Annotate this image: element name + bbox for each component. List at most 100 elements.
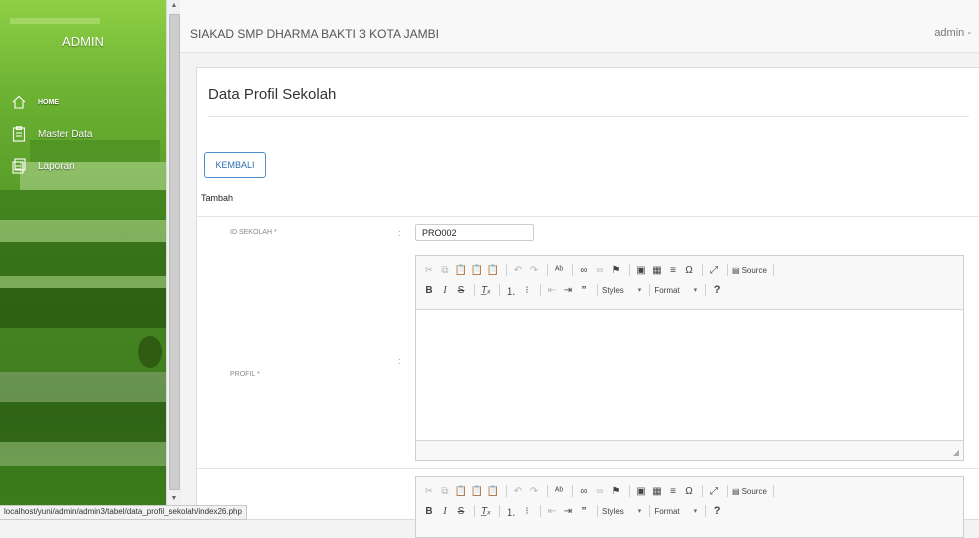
paste-word-icon[interactable]: 📋	[486, 263, 500, 277]
content-panel: Data Profil Sekolah KEMBALI Tambah ID SE…	[196, 67, 979, 538]
divider	[197, 468, 979, 469]
copy-icon[interactable]: ⧉	[438, 484, 452, 498]
resize-handle-icon[interactable]: ◢	[953, 448, 959, 457]
toolbar-separator	[705, 505, 707, 517]
paste-text-icon[interactable]: 📋	[470, 263, 484, 277]
unlink-icon[interactable]: ∞	[593, 263, 607, 277]
paste-text-icon[interactable]: 📋	[470, 484, 484, 498]
sidebar-item-home[interactable]: HOME	[0, 86, 166, 118]
anchor-flag-icon[interactable]: ⚑	[609, 484, 623, 498]
help-icon[interactable]: ?	[710, 504, 724, 518]
toolbar-separator	[547, 485, 548, 497]
remove-format-icon[interactable]: T̲ₓ	[479, 504, 493, 518]
link-icon[interactable]: ∞	[577, 263, 591, 277]
strikethrough-icon[interactable]: S	[454, 283, 468, 297]
spellcheck-icon[interactable]: ᴬᵇ	[552, 484, 566, 498]
source-button[interactable]: ▤ Source	[732, 484, 767, 498]
paste-icon[interactable]: 📋	[454, 263, 468, 277]
scrollbar-thumb[interactable]	[169, 14, 180, 490]
image-icon[interactable]: ▣	[634, 484, 648, 498]
styles-dropdown[interactable]: Styles ▾	[602, 286, 641, 295]
toolbar-separator	[474, 284, 475, 296]
italic-icon[interactable]: I	[438, 283, 452, 297]
toolbar-separator	[540, 284, 541, 296]
top-navbar: SIAKAD SMP DHARMA BAKTI 3 KOTA JAMBI adm…	[180, 0, 979, 53]
italic-icon[interactable]: I	[438, 504, 452, 518]
source-button[interactable]: ▤ Source	[732, 263, 767, 277]
cut-icon[interactable]: ✂	[422, 263, 436, 277]
special-char-icon[interactable]: Ω	[682, 484, 696, 498]
sidebar-item-master-data[interactable]: Master Data	[0, 118, 166, 150]
bulleted-list-icon[interactable]: ⁝	[520, 504, 534, 518]
sidebar-item-label: HOME	[38, 98, 59, 106]
vertical-scrollbar[interactable]: ▲ ▼	[166, 0, 181, 505]
paste-icon[interactable]: 📋	[454, 484, 468, 498]
link-icon[interactable]: ∞	[577, 484, 591, 498]
horizontal-line-icon[interactable]: ≡	[666, 263, 680, 277]
bold-icon[interactable]: B	[422, 283, 436, 297]
chevron-down-icon: ▾	[693, 287, 698, 294]
user-menu-dropdown[interactable]: admin -	[934, 27, 971, 39]
maximize-icon[interactable]: ⤢	[707, 484, 721, 498]
source-icon: ▤	[732, 486, 740, 496]
toolbar-separator	[572, 485, 573, 497]
divider	[208, 116, 969, 117]
horizontal-line-icon[interactable]: ≡	[666, 484, 680, 498]
redo-icon[interactable]: ↷	[527, 263, 541, 277]
format-dropdown[interactable]: Format ▾	[654, 286, 697, 295]
editor-content-area[interactable]	[416, 309, 963, 441]
undo-icon[interactable]: ↶	[511, 263, 525, 277]
toolbar-separator	[506, 485, 507, 497]
bulleted-list-icon[interactable]: ⁝	[520, 283, 534, 297]
styles-label: Styles	[602, 285, 624, 295]
undo-icon[interactable]: ↶	[511, 484, 525, 498]
anchor-flag-icon[interactable]: ⚑	[609, 263, 623, 277]
redo-icon[interactable]: ↷	[527, 484, 541, 498]
sidebar-item-laporan[interactable]: Laporan	[0, 150, 166, 182]
maximize-icon[interactable]: ⤢	[707, 263, 721, 277]
blockquote-icon[interactable]: ”	[577, 504, 591, 518]
numbered-list-icon[interactable]: ⒈	[504, 504, 518, 519]
help-icon[interactable]: ?	[710, 283, 724, 297]
chevron-down-icon: ▾	[637, 508, 642, 515]
spellcheck-icon[interactable]: ᴬᵇ	[552, 263, 566, 277]
chevron-down-icon: ▾	[693, 508, 698, 515]
outdent-icon[interactable]: ⇤	[545, 283, 559, 297]
styles-dropdown[interactable]: Styles ▾	[602, 507, 641, 516]
toolbar-separator	[772, 485, 774, 497]
special-char-icon[interactable]: Ω	[682, 263, 696, 277]
paste-word-icon[interactable]: 📋	[486, 484, 500, 498]
copy-icon[interactable]: ⧉	[438, 263, 452, 277]
toolbar-separator	[629, 264, 630, 276]
remove-format-icon[interactable]: T̲ₓ	[479, 283, 493, 297]
scroll-down-arrow-icon[interactable]: ▼	[167, 493, 181, 505]
toolbar-separator	[649, 284, 651, 296]
id-sekolah-input[interactable]: PRO002	[415, 224, 534, 241]
unlink-icon[interactable]: ∞	[593, 484, 607, 498]
editor-toolbar: ✂ ⧉ 📋 📋 📋 ↶ ↷ ᴬᵇ ∞ ∞ ⚑ ▣ ▦ ≡ Ω ⤢ ▤ Sourc…	[416, 256, 963, 300]
outdent-icon[interactable]: ⇤	[545, 504, 559, 518]
image-icon[interactable]: ▣	[634, 263, 648, 277]
indent-icon[interactable]: ⇥	[561, 504, 575, 518]
toolbar-separator	[727, 485, 728, 497]
cut-icon[interactable]: ✂	[422, 484, 436, 498]
toolbar-separator	[540, 505, 541, 517]
bold-icon[interactable]: B	[422, 504, 436, 518]
table-icon[interactable]: ▦	[650, 484, 664, 498]
format-dropdown[interactable]: Format ▾	[654, 507, 697, 516]
numbered-list-icon[interactable]: ⒈	[504, 283, 518, 298]
back-button[interactable]: KEMBALI	[204, 152, 266, 178]
scroll-up-arrow-icon[interactable]: ▲	[167, 0, 181, 12]
app-title: SIAKAD SMP DHARMA BAKTI 3 KOTA JAMBI	[190, 27, 439, 41]
toolbar-separator	[702, 485, 703, 497]
page-title: Data Profil Sekolah	[208, 86, 337, 103]
sidebar: ADMIN HOME Master Data Laporan	[0, 0, 166, 518]
table-icon[interactable]: ▦	[650, 263, 664, 277]
blockquote-icon[interactable]: ”	[577, 283, 591, 297]
toolbar-separator	[499, 284, 500, 296]
indent-icon[interactable]: ⇥	[561, 283, 575, 297]
second-rich-text-editor: ✂ ⧉ 📋 📋 📋 ↶ ↷ ᴬᵇ ∞ ∞ ⚑ ▣ ▦ ≡ Ω ⤢ ▤ Sourc…	[415, 476, 964, 538]
toolbar-separator	[629, 485, 630, 497]
strikethrough-icon[interactable]: S	[454, 504, 468, 518]
source-label: Source	[741, 486, 767, 496]
